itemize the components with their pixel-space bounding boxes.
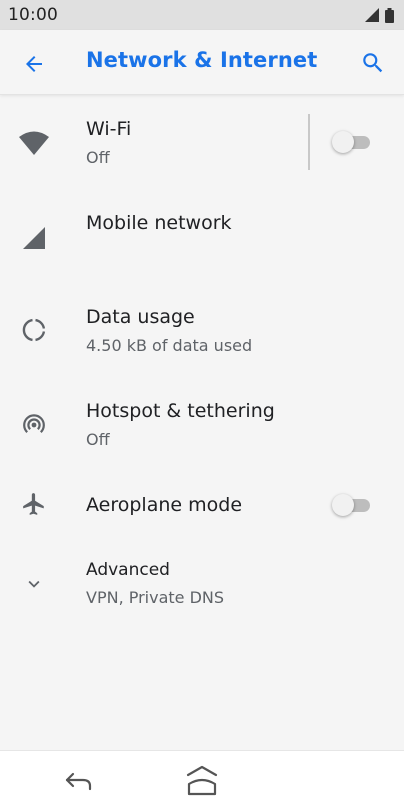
data-usage-summary: 4.50 kB of data used — [86, 336, 253, 355]
advanced-title: Advanced — [86, 560, 170, 580]
battery-icon — [385, 7, 394, 23]
status-icons — [365, 7, 394, 23]
navigation-bar — [0, 750, 404, 808]
hotspot-status: Off — [86, 430, 110, 449]
nav-back-icon — [65, 772, 92, 791]
signal-icon — [18, 222, 50, 254]
settings-screen: 10:00 Network & Internet Wi-Fi Off Mobil… — [0, 0, 404, 808]
wifi-divider — [308, 114, 310, 170]
list-item-hotspot[interactable]: Hotspot & tethering Off — [0, 380, 404, 470]
arrow-back-icon — [26, 56, 42, 72]
app-bar: Network & Internet — [0, 30, 404, 95]
status-bar: 10:00 — [0, 0, 404, 30]
data-usage-icon — [18, 314, 50, 346]
nav-back-button[interactable] — [62, 765, 94, 795]
list-item-advanced[interactable]: Advanced VPN, Private DNS — [0, 548, 404, 638]
page-title: Network & Internet — [86, 48, 318, 72]
aeroplane-mode-title: Aeroplane mode — [86, 494, 243, 516]
signal-status-icon — [365, 8, 379, 22]
wifi-toggle[interactable] — [332, 131, 372, 153]
airplane-icon — [18, 488, 50, 520]
wifi-title: Wi-Fi — [86, 118, 132, 140]
list-item-data-usage[interactable]: Data usage 4.50 kB of data used — [0, 286, 404, 376]
chevron-down-icon — [18, 568, 50, 600]
back-button[interactable] — [18, 48, 50, 80]
data-usage-title: Data usage — [86, 306, 195, 328]
list-item-mobile-network[interactable]: Mobile network — [0, 192, 404, 282]
hotspot-icon — [18, 408, 50, 440]
status-time: 10:00 — [8, 5, 58, 25]
aeroplane-toggle-thumb — [332, 494, 354, 516]
nav-home-button[interactable] — [184, 763, 220, 797]
hotspot-title: Hotspot & tethering — [86, 400, 275, 422]
aeroplane-mode-toggle[interactable] — [332, 494, 372, 516]
wifi-icon — [18, 127, 50, 159]
wifi-status: Off — [86, 148, 110, 167]
nav-home-icon — [186, 765, 218, 796]
search-icon — [363, 53, 383, 73]
mobile-network-title: Mobile network — [86, 212, 232, 234]
advanced-summary: VPN, Private DNS — [86, 588, 225, 607]
search-button[interactable] — [356, 46, 390, 80]
wifi-toggle-thumb — [332, 131, 354, 153]
